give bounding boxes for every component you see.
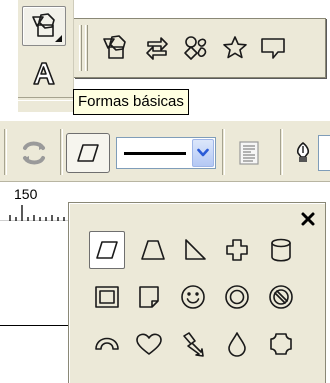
wrap-text-button[interactable] (230, 133, 270, 173)
close-icon (301, 212, 315, 226)
lightning-icon (183, 332, 204, 357)
basic-shapes-icon (103, 35, 126, 59)
outline-style-select[interactable] (116, 137, 216, 169)
shape-cross[interactable] (219, 231, 255, 269)
flyout-callout-shapes-button[interactable] (256, 31, 290, 65)
plaque-icon (270, 333, 292, 355)
folded-corner-icon (139, 286, 159, 308)
shape-trapezoid[interactable] (135, 231, 171, 269)
wrap-text-icon (239, 141, 259, 165)
basic-shapes-tool-button[interactable] (22, 6, 66, 46)
property-bar (0, 120, 330, 182)
pen-nib-icon (296, 141, 310, 162)
rotate-icon (23, 141, 45, 165)
right-triangle-icon (185, 239, 206, 260)
shape-parallelogram[interactable] (89, 231, 125, 269)
callout-icon (261, 38, 285, 59)
parallelogram-icon (96, 241, 118, 259)
arc-icon (95, 337, 119, 350)
shape-no-symbol[interactable] (263, 278, 299, 316)
basic-shapes-flyout (74, 18, 326, 78)
teardrop-icon (228, 332, 246, 357)
basic-shapes-palette (68, 202, 326, 383)
outline-pen-button[interactable] (288, 133, 318, 173)
shape-folded-corner[interactable] (131, 278, 167, 316)
line-style-preview (124, 152, 186, 155)
smiley-icon (181, 285, 205, 309)
rotate-mirror-button[interactable] (14, 133, 54, 173)
flowchart-shapes-icon (184, 36, 207, 60)
shape-lightning[interactable] (175, 325, 211, 363)
text-tool-button[interactable] (22, 54, 66, 94)
parallelogram-icon (77, 144, 99, 162)
property-bar-grip[interactable] (4, 129, 7, 175)
flyout-basic-shapes-button[interactable] (98, 31, 132, 65)
toolbox-separator (18, 97, 74, 101)
shape-heart[interactable] (131, 325, 167, 363)
tooltip: Formas básicas (73, 89, 189, 115)
flyout-arrow-shapes-button[interactable] (140, 31, 174, 65)
flyout-star-shapes-button[interactable] (218, 31, 252, 65)
flyout-grip[interactable] (85, 25, 88, 71)
cross-icon (226, 239, 248, 261)
flyout-flowchart-shapes-button[interactable] (180, 31, 214, 65)
property-bar-separator (222, 129, 225, 175)
shape-cylinder[interactable] (263, 231, 299, 269)
screen: Formas básicas 150 (0, 0, 330, 383)
toolbox (18, 0, 74, 112)
palette-close-button[interactable] (298, 209, 318, 229)
donut-icon (225, 285, 249, 309)
shape-arc[interactable] (89, 325, 125, 363)
arrow-shapes-icon (146, 37, 168, 60)
shape-teardrop[interactable] (219, 325, 255, 363)
shape-plaque[interactable] (263, 325, 299, 363)
perfect-shape-picker-button[interactable] (66, 133, 110, 173)
no-symbol-icon (269, 285, 293, 309)
chevron-down-icon (197, 148, 209, 157)
ruler-label: 150 (14, 186, 38, 202)
flyout-indicator (55, 35, 62, 42)
outline-style-dropdown-button[interactable] (192, 139, 214, 167)
trapezoid-icon (141, 240, 165, 260)
heart-icon (136, 333, 162, 355)
flyout-grip[interactable] (79, 25, 82, 71)
shape-right-triangle[interactable] (177, 231, 213, 269)
frame-icon (95, 286, 119, 308)
canvas-line (0, 325, 68, 326)
shape-frame[interactable] (89, 278, 125, 316)
star-icon (223, 36, 247, 59)
shape-donut[interactable] (219, 278, 255, 316)
property-bar-separator (280, 129, 283, 175)
cylinder-icon (271, 238, 291, 262)
property-bar-separator (60, 129, 63, 175)
outline-width-field[interactable] (318, 135, 330, 171)
shape-smiley[interactable] (175, 278, 211, 316)
text-a-icon (33, 62, 55, 85)
